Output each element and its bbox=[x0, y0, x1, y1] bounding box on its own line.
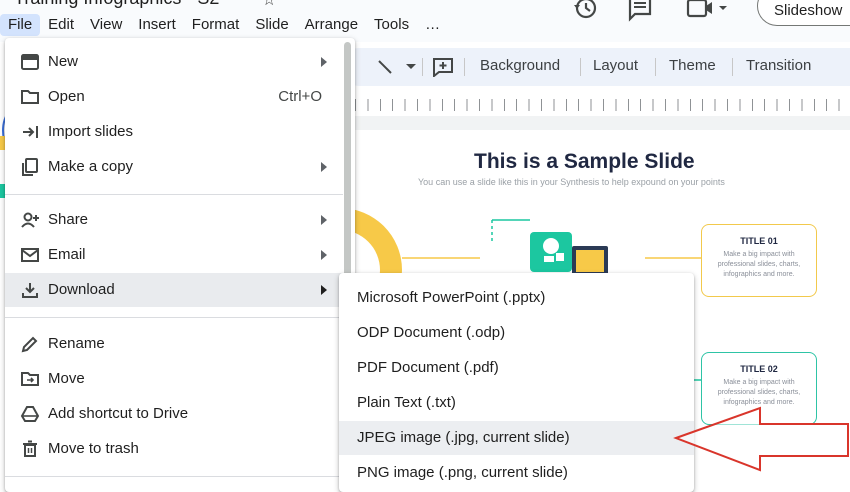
new-presentation-icon bbox=[21, 54, 39, 70]
card-title: TITLE 02 bbox=[740, 364, 778, 374]
menu-item-label: Download bbox=[48, 281, 115, 298]
person-add-icon bbox=[21, 212, 39, 228]
trash-icon bbox=[23, 440, 37, 457]
document-title[interactable]: Training Infographics - S2 bbox=[14, 0, 219, 9]
submenu-item-label: JPEG image (.jpg, current slide) bbox=[357, 429, 570, 446]
menu-slide[interactable]: Slide bbox=[247, 14, 296, 36]
comment-icon[interactable] bbox=[626, 0, 654, 24]
menu-arrange[interactable]: Arrange bbox=[297, 14, 366, 36]
move-folder-icon bbox=[21, 372, 39, 386]
import-icon bbox=[23, 126, 38, 138]
download-txt[interactable]: Plain Text (.txt) bbox=[339, 386, 694, 420]
card-title: TITLE 01 bbox=[740, 236, 778, 246]
menu-item-download[interactable]: Download bbox=[5, 273, 343, 307]
download-pdf[interactable]: PDF Document (.pdf) bbox=[339, 351, 694, 385]
slide-subtitle[interactable]: You can use a slide like this in your Sy… bbox=[418, 177, 725, 187]
menu-item-label: Move bbox=[48, 370, 85, 387]
menu-insert[interactable]: Insert bbox=[130, 14, 184, 36]
menu-item-add-shortcut[interactable]: Add shortcut to Drive bbox=[5, 397, 343, 431]
menu-item-share[interactable]: Share bbox=[5, 203, 343, 237]
menu-more[interactable]: … bbox=[417, 14, 448, 36]
menu-item-import-slides[interactable]: Import slides bbox=[5, 115, 343, 149]
submenu-item-label: Plain Text (.txt) bbox=[357, 394, 456, 411]
background-button[interactable]: Background bbox=[480, 56, 560, 76]
menu-item-label: New bbox=[48, 53, 79, 70]
menu-divider bbox=[5, 317, 343, 318]
submenu-arrow-icon bbox=[321, 162, 327, 172]
submenu-item-label: ODP Document (.odp) bbox=[357, 324, 506, 341]
menu-item-open[interactable]: Open Ctrl+O bbox=[5, 80, 343, 114]
menu-divider bbox=[5, 476, 343, 477]
line-tool-dropdown-icon[interactable] bbox=[406, 64, 416, 69]
submenu-item-label: PNG image (.png, current slide) bbox=[357, 464, 568, 481]
menu-item-label: Rename bbox=[48, 335, 105, 352]
video-call-icon[interactable] bbox=[686, 0, 730, 24]
menu-item-label: Import slides bbox=[48, 123, 134, 140]
menu-format[interactable]: Format bbox=[184, 14, 248, 36]
star-icon[interactable]: ☆ bbox=[262, 0, 276, 10]
menu-bar: File Edit View Insert Format Slide Arran… bbox=[0, 14, 448, 36]
slideshow-label: Slideshow bbox=[774, 2, 843, 19]
submenu-item-label: PDF Document (.pdf) bbox=[357, 359, 499, 376]
menu-item-label: Share bbox=[48, 211, 89, 228]
menu-item-move-to-trash[interactable]: Move to trash bbox=[5, 432, 343, 466]
menu-item-label: Add shortcut to Drive bbox=[48, 405, 189, 422]
menu-item-move[interactable]: Move bbox=[5, 362, 343, 396]
toolbar: Background Layout Theme Transition bbox=[340, 48, 850, 86]
download-png[interactable]: PNG image (.png, current slide) bbox=[339, 456, 694, 490]
folder-open-icon bbox=[21, 90, 39, 104]
menu-item-rename[interactable]: Rename bbox=[5, 327, 343, 361]
menu-item-new[interactable]: New bbox=[5, 45, 343, 79]
shortcut-label: Ctrl+O bbox=[278, 88, 322, 105]
toolbar-divider bbox=[422, 58, 423, 76]
submenu-item-label: Microsoft PowerPoint (.pptx) bbox=[357, 289, 546, 306]
menu-view[interactable]: View bbox=[82, 14, 130, 36]
menu-item-label: Make a copy bbox=[48, 158, 134, 175]
annotation-arrow-icon bbox=[673, 406, 849, 472]
submenu-arrow-icon bbox=[321, 215, 327, 225]
slide-title[interactable]: This is a Sample Slide bbox=[474, 150, 695, 174]
menu-item-label: Email bbox=[48, 246, 86, 263]
menu-item-label: Move to trash bbox=[48, 440, 139, 457]
toolbar-divider bbox=[580, 58, 581, 76]
rename-icon bbox=[21, 336, 38, 353]
menu-file[interactable]: File bbox=[0, 14, 41, 36]
add-comment-icon[interactable] bbox=[432, 57, 454, 77]
submenu-arrow-icon bbox=[321, 57, 327, 67]
toolbar-divider bbox=[732, 58, 733, 76]
toolbar-divider bbox=[655, 58, 656, 76]
download-icon bbox=[22, 283, 38, 298]
menu-edit[interactable]: Edit bbox=[40, 14, 82, 36]
menu-item-make-a-copy[interactable]: Make a copy bbox=[5, 150, 343, 184]
menu-item-label: Open bbox=[48, 88, 85, 105]
file-menu: New Open Ctrl+O Import slides Make a cop… bbox=[5, 38, 355, 492]
history-icon[interactable] bbox=[571, 0, 599, 24]
menu-divider bbox=[5, 194, 343, 195]
theme-button[interactable]: Theme bbox=[669, 56, 716, 76]
download-submenu: Microsoft PowerPoint (.pptx) ODP Documen… bbox=[339, 273, 694, 492]
horizontal-ruler[interactable] bbox=[355, 99, 850, 111]
line-tool-icon[interactable] bbox=[376, 58, 398, 76]
slideshow-button[interactable]: Slideshow bbox=[757, 0, 850, 26]
submenu-arrow-icon bbox=[321, 250, 327, 260]
email-icon bbox=[21, 248, 39, 262]
info-card-title-01[interactable]: TITLE 01 Make a big impact with professi… bbox=[701, 224, 817, 297]
layout-button[interactable]: Layout bbox=[593, 56, 638, 76]
copy-icon bbox=[22, 158, 38, 176]
download-odp[interactable]: ODP Document (.odp) bbox=[339, 316, 694, 350]
download-jpeg[interactable]: JPEG image (.jpg, current slide) bbox=[339, 421, 694, 455]
menu-item-email[interactable]: Email bbox=[5, 238, 343, 272]
card-text: Make a big impact with professional slid… bbox=[717, 251, 801, 278]
drive-shortcut-icon bbox=[20, 406, 40, 422]
toolbar-divider bbox=[464, 58, 465, 76]
transition-button[interactable]: Transition bbox=[746, 56, 811, 76]
submenu-arrow-icon bbox=[321, 285, 327, 295]
menu-tools[interactable]: Tools bbox=[366, 14, 417, 36]
download-pptx[interactable]: Microsoft PowerPoint (.pptx) bbox=[339, 281, 694, 315]
